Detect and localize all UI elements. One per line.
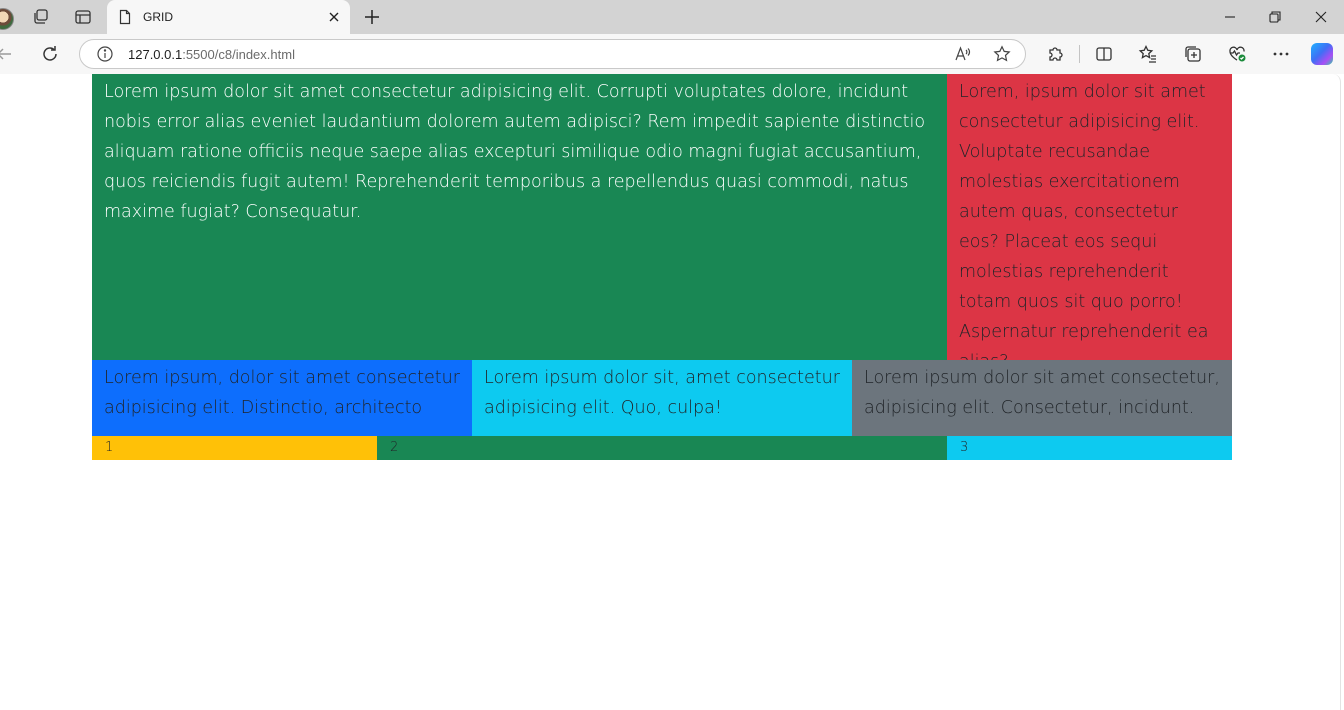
grid-item-3: 3 bbox=[947, 436, 1232, 460]
tab-actions-icon[interactable] bbox=[73, 7, 93, 27]
grid-item-2: 2 bbox=[377, 436, 947, 460]
address-url[interactable]: 127.0.0.1:5500/c8/index.html bbox=[128, 47, 295, 62]
toolbar-separator bbox=[1079, 45, 1080, 63]
url-path: :5500/c8/index.html bbox=[182, 47, 295, 62]
more-icon[interactable] bbox=[1271, 44, 1291, 64]
sidebar-cell: Lorem, ipsum dolor sit amet consectetur … bbox=[947, 74, 1232, 372]
main-content-cell: Lorem ipsum dolor sit amet consectetur a… bbox=[92, 74, 947, 360]
restore-icon[interactable] bbox=[1266, 8, 1284, 26]
workspaces-icon[interactable] bbox=[31, 7, 51, 27]
heart-pulse-icon[interactable] bbox=[1227, 44, 1247, 64]
reload-icon[interactable] bbox=[40, 44, 60, 64]
grid-row-bottom: 1 2 3 bbox=[92, 436, 1232, 460]
copilot-icon[interactable] bbox=[1311, 43, 1333, 65]
grid-item-1: 1 bbox=[92, 436, 377, 460]
cyan-cell: Lorem ipsum dolor sit, amet consectetur … bbox=[472, 360, 852, 436]
gray-cell: Lorem ipsum dolor sit amet consectetur, … bbox=[852, 360, 1232, 436]
info-icon[interactable] bbox=[96, 45, 114, 63]
star-icon[interactable] bbox=[993, 45, 1011, 63]
minimize-icon[interactable] bbox=[1221, 8, 1239, 26]
split-screen-icon[interactable] bbox=[1094, 44, 1114, 64]
puzzle-icon[interactable] bbox=[1046, 44, 1066, 64]
url-host: 127.0.0.1 bbox=[128, 47, 183, 62]
close-icon[interactable] bbox=[325, 8, 343, 26]
favorites-icon[interactable] bbox=[1138, 44, 1158, 64]
blue-cell: Lorem ipsum, dolor sit amet consectetur … bbox=[92, 360, 472, 436]
back-arrow-icon[interactable] bbox=[0, 44, 14, 64]
grid-container: Lorem ipsum dolor sit amet consectetur a… bbox=[92, 74, 1232, 460]
grid-row-middle: Lorem ipsum, dolor sit amet consectetur … bbox=[92, 360, 1232, 436]
tab-title: GRID bbox=[143, 10, 173, 24]
plus-icon[interactable] bbox=[362, 7, 382, 27]
window-close-icon[interactable] bbox=[1312, 8, 1330, 26]
read-aloud-icon[interactable] bbox=[954, 45, 972, 63]
page-icon bbox=[115, 7, 135, 27]
grid-row-top: Lorem ipsum dolor sit amet consectetur a… bbox=[92, 74, 1232, 372]
collections-icon[interactable] bbox=[1183, 44, 1203, 64]
